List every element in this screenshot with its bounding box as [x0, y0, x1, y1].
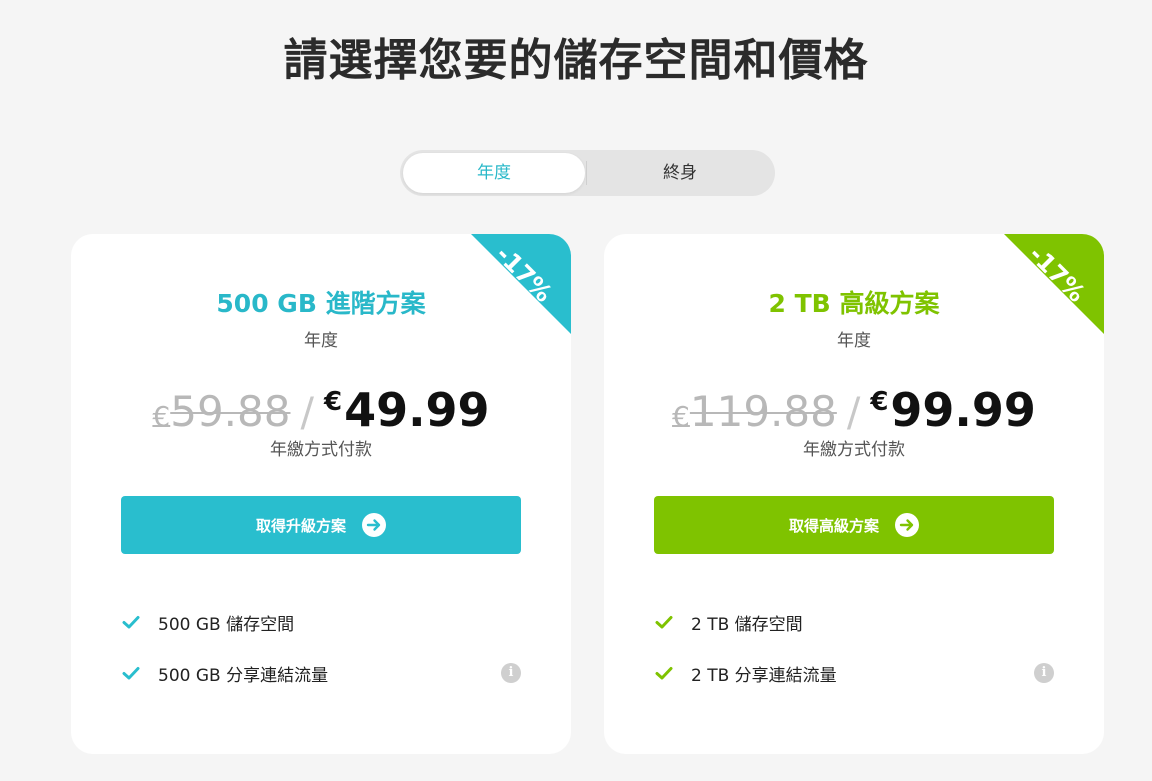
plan-card-500gb: -17% 500 GB 進階方案 年度 €59.88/€49.99 年繳方式付款…	[71, 234, 571, 754]
feature-item: 500 GB 分享連結流量 i	[121, 658, 521, 688]
billing-period-toggle[interactable]: 年度 終身	[400, 150, 775, 196]
original-price-value: 119.88	[689, 387, 837, 436]
feature-text: 500 GB 分享連結流量	[158, 665, 329, 686]
plan-name: 2 TB 高級方案	[768, 289, 940, 318]
original-price-value: 59.88	[170, 387, 291, 436]
toggle-divider	[586, 161, 587, 185]
price-separator: /	[846, 390, 861, 436]
check-icon	[655, 667, 673, 680]
toggle-option-annual[interactable]: 年度	[403, 153, 585, 193]
original-price-currency: €	[152, 400, 171, 433]
plan-period: 年度	[304, 331, 338, 351]
original-price: €119.88	[672, 387, 837, 436]
billing-note: 年繳方式付款	[270, 440, 372, 460]
get-upgrade-plan-button[interactable]: 取得升級方案	[121, 496, 521, 554]
feature-text: 2 TB 儲存空間	[691, 614, 803, 635]
discounted-price: €99.99	[870, 383, 1036, 437]
page-title: 請選擇您要的儲存空間和價格	[283, 35, 869, 86]
feature-item: 2 TB 儲存空間	[654, 607, 1054, 637]
plan-period: 年度	[837, 331, 871, 351]
info-icon[interactable]: i	[501, 663, 521, 683]
price-separator: /	[300, 390, 314, 436]
feature-item: 500 GB 儲存空間	[121, 607, 521, 637]
billing-note: 年繳方式付款	[803, 440, 905, 460]
discounted-price-currency: €	[323, 387, 343, 417]
cta-label: 取得高級方案	[788, 516, 879, 535]
original-price: €59.88	[152, 387, 290, 436]
discounted-price-value: 99.99	[890, 383, 1036, 437]
get-premium-plan-button[interactable]: 取得高級方案	[654, 496, 1054, 554]
plan-card-2tb: -17% 2 TB 高級方案 年度 €119.88/€99.99 年繳方式付款 …	[604, 234, 1104, 754]
cta-label: 取得升級方案	[255, 516, 346, 535]
feature-text: 2 TB 分享連結流量	[691, 665, 837, 686]
feature-item: 2 TB 分享連結流量 i	[654, 658, 1054, 688]
arrow-right-icon	[362, 513, 386, 537]
check-icon	[655, 616, 673, 629]
plan-name: 500 GB 進階方案	[216, 289, 426, 318]
arrow-right-icon	[895, 513, 919, 537]
check-icon	[122, 616, 140, 629]
original-price-currency: €	[672, 400, 690, 433]
discounted-price-currency: €	[870, 387, 889, 417]
feature-text: 500 GB 儲存空間	[158, 614, 295, 635]
discounted-price: €49.99	[324, 383, 490, 437]
check-icon	[122, 667, 140, 680]
toggle-option-lifetime[interactable]: 終身	[588, 153, 772, 193]
discounted-price-value: 49.99	[344, 383, 490, 437]
info-icon[interactable]: i	[1034, 663, 1054, 683]
